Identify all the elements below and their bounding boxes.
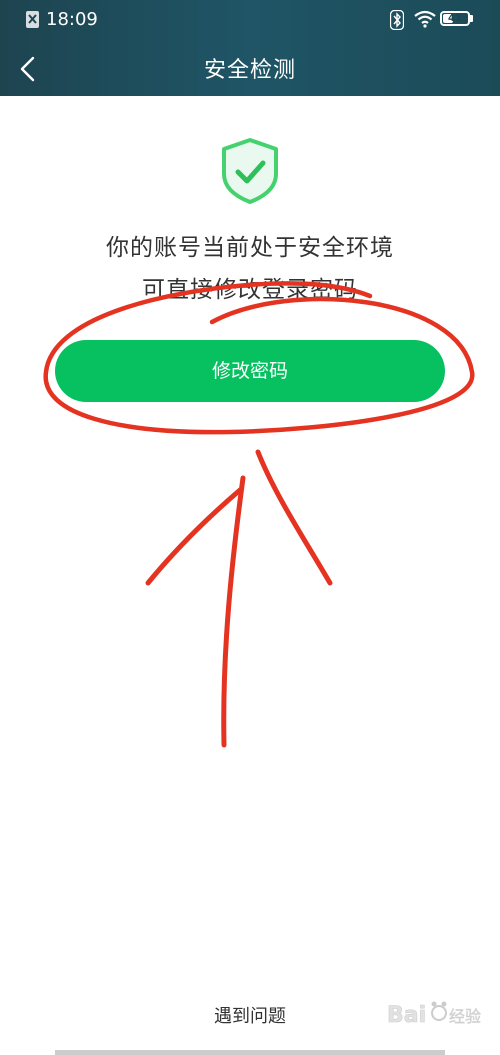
shield-check-icon bbox=[222, 138, 278, 204]
sim-icon bbox=[26, 11, 39, 28]
status-bar: 18:09 41 bbox=[0, 0, 500, 40]
annotation-arrow-right-wing bbox=[255, 449, 333, 586]
annotation-arrow-left-wing bbox=[145, 487, 243, 586]
change-password-button[interactable]: 修改密码 bbox=[55, 340, 445, 402]
page-title: 安全检测 bbox=[203, 58, 296, 83]
battery-tip bbox=[470, 15, 473, 22]
svg-text:Bai: Bai bbox=[387, 1003, 426, 1028]
battery-level: 41 bbox=[448, 13, 462, 24]
svg-text:经验: 经验 bbox=[449, 1007, 481, 1026]
app-header: 18:09 41 安全检测 bbox=[0, 0, 500, 96]
baidu-watermark-logo: Bai 经验 bbox=[387, 1001, 481, 1028]
bottom-strip bbox=[55, 1050, 445, 1055]
security-hint-text: 可直接修改登录密码 bbox=[142, 277, 358, 303]
wifi-icon bbox=[414, 10, 436, 33]
status-time: 18:09 bbox=[46, 9, 98, 30]
security-status-text: 你的账号当前处于安全环境 bbox=[106, 235, 394, 261]
battery-icon: 41 bbox=[440, 11, 470, 26]
annotation-arrow-shaft bbox=[221, 475, 246, 748]
bluetooth-icon bbox=[389, 9, 405, 35]
